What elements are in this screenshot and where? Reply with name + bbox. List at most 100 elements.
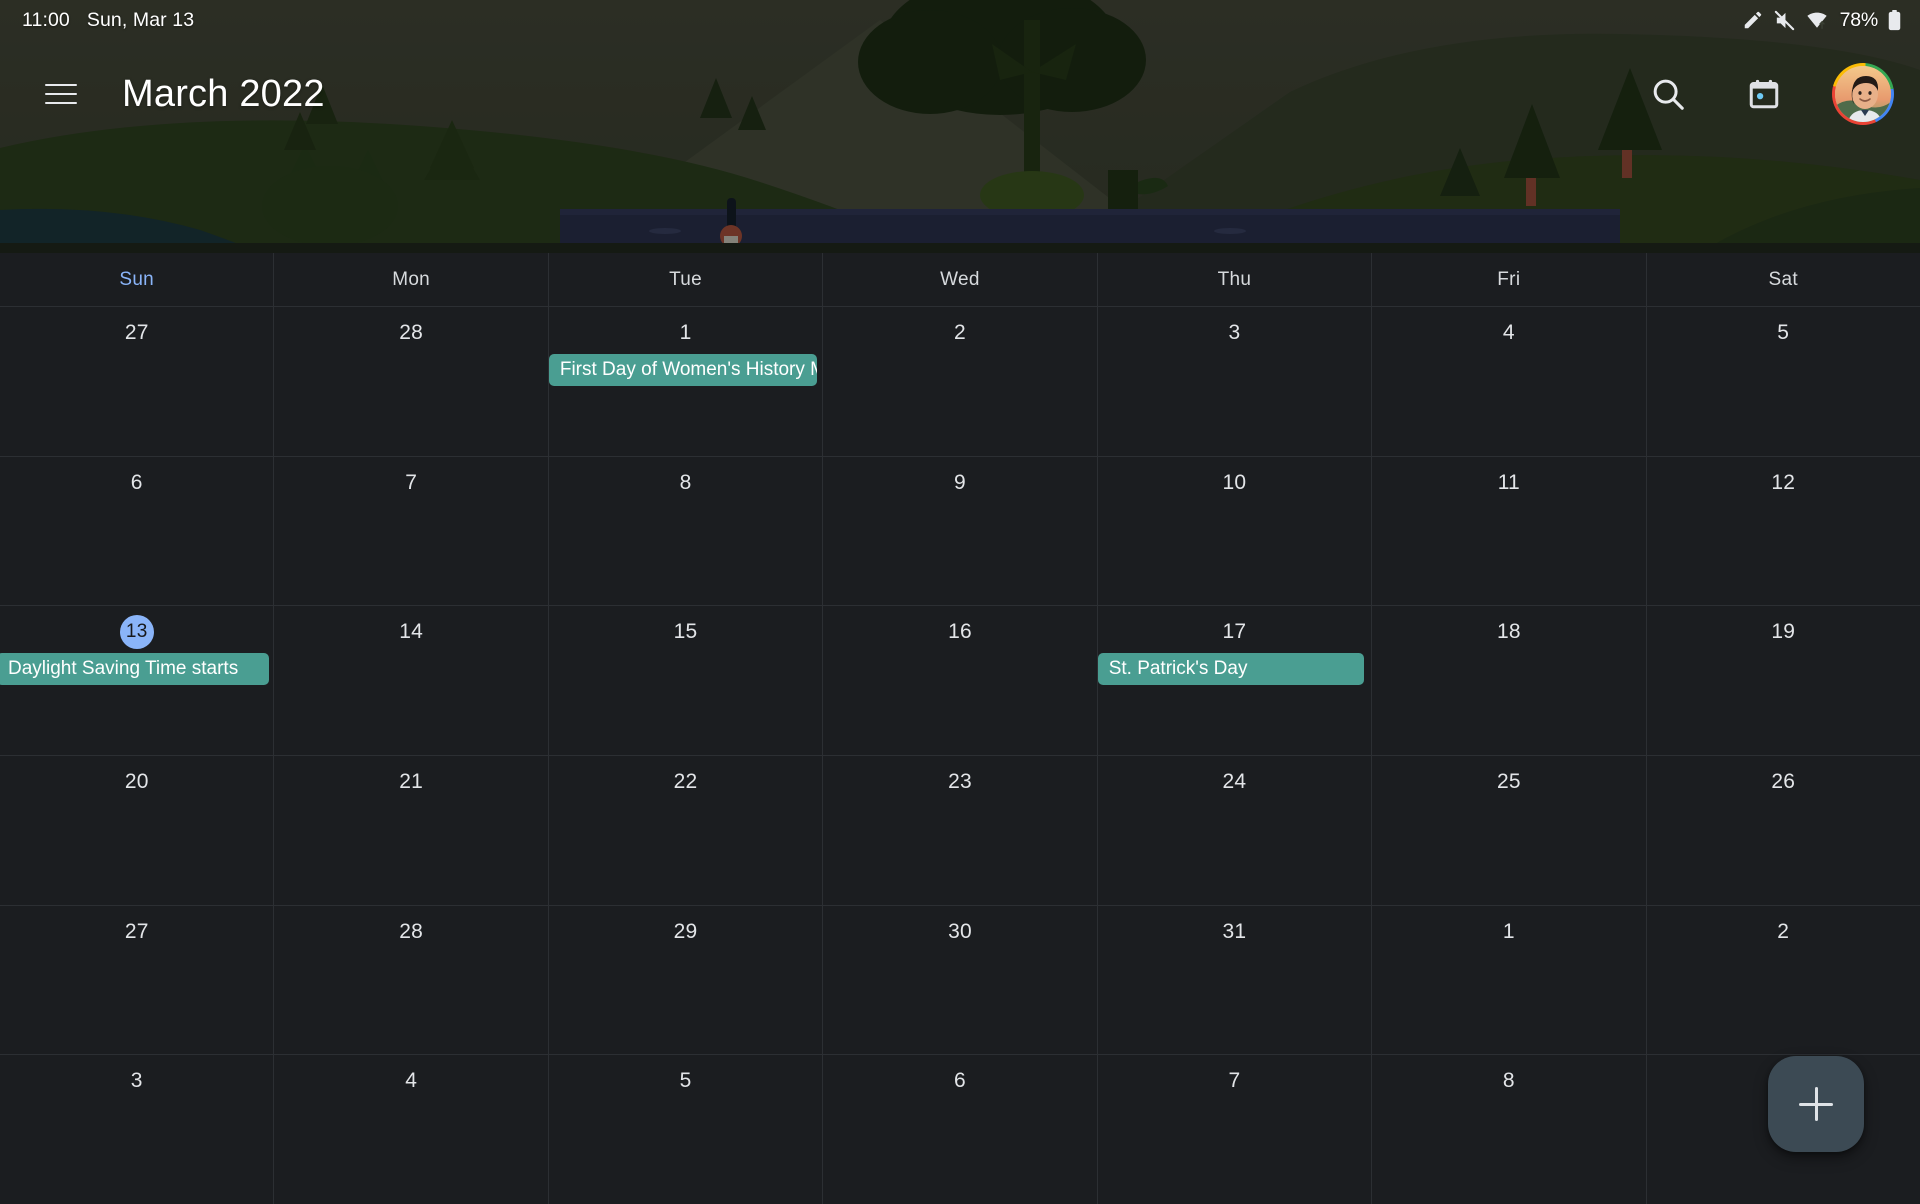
weekday-header-fri: Fri — [1372, 253, 1647, 306]
hamburger-menu-icon — [45, 77, 77, 111]
page-title[interactable]: March 2022 — [122, 73, 325, 116]
search-icon — [1653, 79, 1684, 110]
date-number: 11 — [1497, 470, 1520, 494]
date-number: 27 — [124, 919, 149, 943]
date-number: 14 — [399, 620, 424, 644]
date-number: 22 — [673, 770, 698, 794]
day-cell[interactable]: 8 — [1372, 1055, 1647, 1204]
day-cell[interactable]: 5 — [549, 1055, 824, 1204]
week-row: 27 28 29 30 31 1 2 — [0, 905, 1920, 1056]
today-calendar-icon — [1749, 79, 1779, 109]
date-number: 24 — [1222, 770, 1247, 794]
weekday-header-sun: Sun — [0, 253, 275, 306]
week-row: 3456789 — [0, 1055, 1920, 1204]
wifi-icon — [1806, 12, 1827, 29]
avatar-photo — [1835, 66, 1891, 122]
event-chip[interactable]: St. Patrick's Day — [1097, 653, 1364, 686]
day-cell[interactable]: 26 — [1647, 756, 1920, 905]
volume-muted-icon — [1774, 10, 1794, 30]
day-cell[interactable]: 17 St. Patrick's Day — [1097, 606, 1373, 756]
date-number: 15 — [673, 620, 698, 644]
date-number: 4 — [405, 1069, 418, 1093]
date-number: 7 — [1228, 1069, 1241, 1093]
status-bar-right: 78% — [1742, 9, 1902, 32]
date-number: 8 — [679, 470, 692, 494]
date-number: 19 — [1771, 620, 1796, 644]
date-number: 2 — [1777, 919, 1790, 943]
weekday-header-mon: Mon — [274, 253, 549, 306]
day-cell[interactable]: 5 — [1647, 307, 1920, 456]
weekday-header-sat: Sat — [1768, 268, 1798, 290]
weekday-header-wed: Wed — [823, 253, 1098, 306]
day-cell[interactable]: 22 — [549, 756, 824, 905]
day-cell[interactable]: 6 — [0, 456, 275, 606]
date-number: 26 — [1771, 770, 1796, 794]
day-cell[interactable]: 14 — [274, 606, 549, 756]
status-bar: 11:00 Sun, Mar 13 78% — [0, 0, 1920, 40]
date-number: 1 — [1502, 919, 1515, 943]
event-chip[interactable]: Daylight Saving Time starts — [0, 653, 269, 686]
day-cell[interactable]: 28 — [274, 307, 549, 456]
calendar-app: 11:00 Sun, Mar 13 78% March 2022 Sun Mon… — [0, 0, 1920, 1204]
day-cell[interactable]: 13 Daylight Saving Time starts — [0, 606, 275, 756]
day-cell[interactable]: 4 — [1372, 307, 1647, 456]
date-number: 25 — [1496, 770, 1521, 794]
date-number: 6 — [954, 1069, 966, 1093]
day-cell[interactable]: 25 — [1372, 756, 1647, 905]
week-row: 20 21 22 23 24 25 26 — [0, 756, 1920, 906]
date-number: 18 — [1496, 620, 1521, 644]
day-cell[interactable]: 2 — [823, 307, 1098, 456]
day-cell[interactable]: 7 — [274, 456, 549, 606]
date-number: 28 — [399, 321, 424, 344]
date-number: 31 — [1222, 919, 1247, 943]
day-cell[interactable]: 12 — [1647, 457, 1920, 606]
search-button[interactable] — [1640, 66, 1696, 122]
day-cell[interactable]: 18 — [1372, 606, 1647, 756]
date-number: 5 — [1777, 321, 1790, 344]
day-cell[interactable]: 1 First Day of Women's History Month — [548, 307, 824, 456]
day-cell[interactable]: 15 — [549, 606, 824, 756]
today-button[interactable] — [1736, 66, 1792, 122]
day-cell[interactable]: 21 — [274, 756, 549, 905]
date-number: 20 — [124, 770, 149, 794]
day-cell[interactable]: 16 — [823, 606, 1098, 756]
day-cell[interactable]: 11 — [1372, 456, 1647, 606]
day-cell[interactable]: 28 — [274, 905, 549, 1055]
stylus-icon — [1744, 11, 1761, 29]
day-cell[interactable]: 2 — [1647, 906, 1920, 1055]
weekday-header-tue: Tue — [549, 253, 824, 306]
day-cell[interactable]: 24 — [1098, 756, 1373, 905]
event-chip[interactable]: First Day of Women's History Month — [548, 354, 817, 386]
day-cell[interactable]: 19 — [1647, 606, 1920, 755]
day-cell[interactable]: 7 — [1098, 1055, 1373, 1204]
date-number: 10 — [1222, 470, 1247, 494]
date-number: 4 — [1502, 321, 1515, 344]
day-cell[interactable]: 10 — [1098, 456, 1373, 606]
month-grid[interactable]: 27281First Day of Women's History Month2… — [0, 306, 1920, 1204]
day-cell[interactable]: 3 — [0, 1055, 275, 1204]
day-events: First Day of Women's History Month — [548, 354, 822, 389]
day-cell[interactable]: 27 — [0, 905, 275, 1055]
day-cell[interactable]: 3 — [1098, 307, 1373, 456]
date-number: 7 — [405, 470, 418, 494]
date-number: 8 — [1502, 1069, 1515, 1093]
day-cell[interactable]: 9 — [823, 456, 1098, 606]
day-cell[interactable]: 29 — [549, 905, 824, 1055]
weekday-header-row: Sun Mon Tue Wed Thu Fri Sat — [0, 253, 1920, 306]
date-number: 16 — [948, 620, 972, 644]
battery-percent: 78% — [1839, 8, 1879, 31]
day-cell[interactable]: 6 — [823, 1055, 1098, 1204]
date-number: 6 — [130, 470, 143, 494]
day-cell[interactable]: 30 — [823, 905, 1098, 1055]
create-event-fab[interactable] — [1768, 1056, 1864, 1152]
day-cell[interactable]: 31 — [1098, 905, 1373, 1055]
hamburger-menu-button[interactable] — [26, 59, 96, 129]
day-cell[interactable]: 23 — [823, 756, 1098, 905]
day-cell[interactable]: 1 — [1372, 905, 1647, 1055]
day-cell[interactable]: 4 — [274, 1055, 549, 1204]
app-bar: March 2022 — [0, 40, 1920, 148]
account-avatar-button[interactable] — [1832, 63, 1894, 125]
day-cell[interactable]: 20 — [0, 756, 275, 905]
day-cell[interactable]: 27 — [0, 307, 275, 456]
day-cell[interactable]: 8 — [549, 456, 824, 606]
